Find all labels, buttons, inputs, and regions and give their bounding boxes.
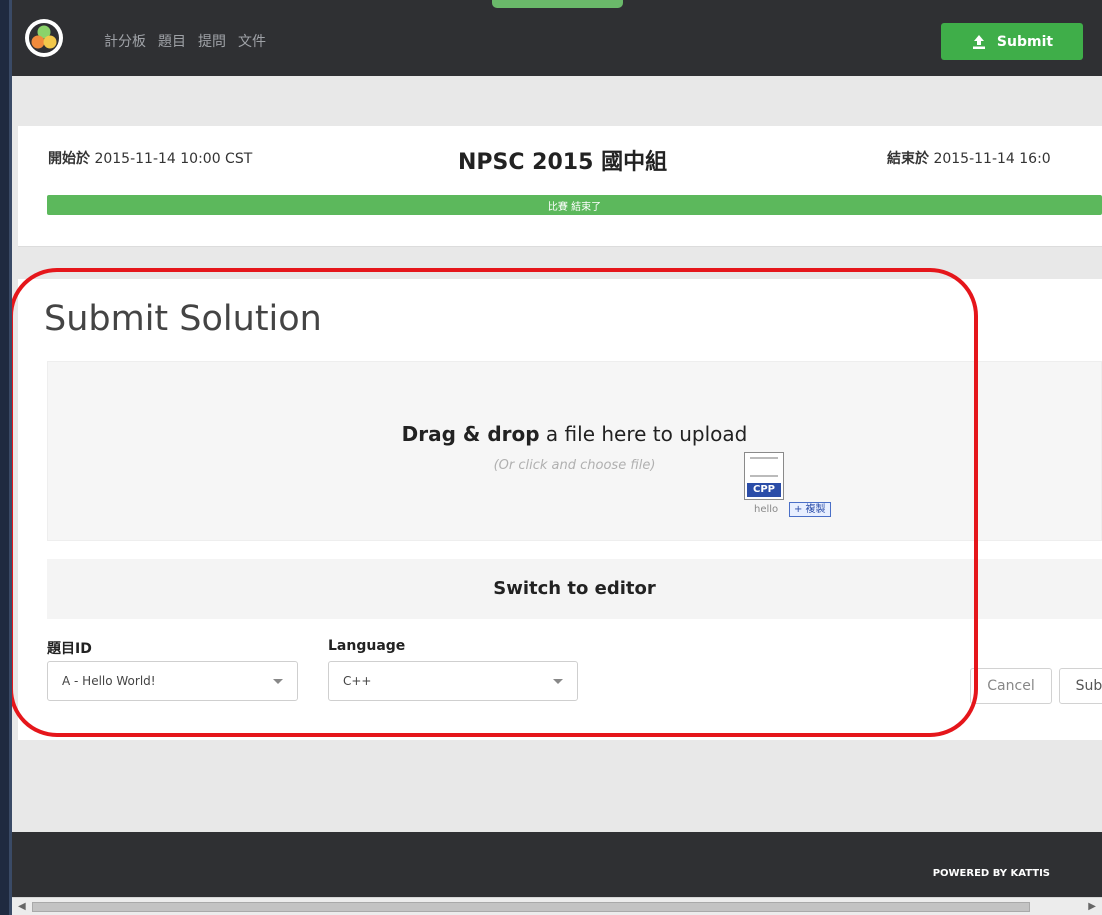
window-frame-left (0, 0, 12, 915)
dropzone-text-bold: Drag & drop (401, 422, 540, 446)
upload-icon (972, 34, 985, 49)
active-tab-indicator (492, 0, 623, 8)
dropzone-subtext: (Or click and choose file) (493, 458, 656, 473)
browser-viewport: 計分板 題目 提問 文件 Submit 開始於 2015-11-14 10:00… (12, 0, 1102, 897)
file-lines-icon (750, 457, 778, 477)
end-time: 2015-11-14 16:0 (933, 151, 1051, 167)
dropzone-text-rest: a file here to upload (545, 422, 748, 446)
drag-copy-badge: + 複製 (789, 502, 831, 517)
end-label: 結束於 (887, 151, 929, 167)
start-time: 2015-11-14 10:00 CST (94, 151, 253, 167)
scroll-left-arrow-icon[interactable]: ◀ (18, 901, 26, 912)
dragged-file-ghost: CPP hello + 複製 (744, 452, 854, 522)
switch-to-editor-button[interactable]: Switch to editor (47, 559, 1102, 619)
start-label: 開始於 (48, 151, 90, 167)
top-navbar: 計分板 題目 提問 文件 Submit (12, 0, 1102, 76)
scrollbar-thumb[interactable] (32, 902, 1030, 912)
language-select-value: C++ (343, 674, 372, 688)
language-select[interactable]: C++ (328, 661, 578, 701)
contest-title: NPSC 2015 國中組 (458, 150, 668, 175)
submit-solution-panel: Submit Solution Drag & drop a file here … (18, 279, 1102, 740)
progress-text: 比賽 結束了 (547, 201, 602, 213)
file-dropzone[interactable]: Drag & drop a file here to upload (Or cl… (47, 361, 1102, 541)
contest-end: 結束於 2015-11-14 16:0 (887, 148, 1051, 168)
file-ext-badge: CPP (747, 483, 781, 497)
contest-start: 開始於 2015-11-14 10:00 CST (48, 148, 252, 168)
language-label: Language (328, 638, 406, 654)
problem-id-label: 題目ID (47, 641, 92, 657)
nav-link-problems[interactable]: 題目 (158, 31, 186, 51)
contest-progress-bar: 比賽 結束了 (47, 195, 1102, 215)
nav-submit-button[interactable]: Submit (941, 23, 1083, 60)
dragged-file-name: hello (754, 504, 779, 515)
nav-link-docs[interactable]: 文件 (238, 31, 266, 51)
nav-submit-label: Submit (996, 33, 1054, 50)
problem-select[interactable]: A - Hello World! (47, 661, 298, 701)
cancel-button[interactable]: Cancel (970, 668, 1052, 704)
chevron-down-icon (273, 679, 283, 684)
kattis-logo-icon[interactable] (24, 18, 64, 58)
main-nav: 計分板 題目 提問 文件 (104, 31, 266, 51)
chevron-down-icon (553, 679, 563, 684)
submit-button[interactable]: Sub (1059, 668, 1102, 704)
page-footer: POWERED BY KATTIS (12, 832, 1102, 897)
nav-link-scoreboard[interactable]: 計分板 (104, 31, 146, 51)
problem-select-value: A - Hello World! (62, 674, 156, 688)
nav-link-clarifications[interactable]: 提問 (198, 31, 226, 51)
contest-info-panel: 開始於 2015-11-14 10:00 CST NPSC 2015 國中組 結… (18, 126, 1102, 247)
powered-by-text: POWERED BY KATTIS (932, 868, 1050, 879)
cpp-file-icon: CPP (744, 452, 784, 500)
scroll-right-arrow-icon[interactable]: ▶ (1088, 901, 1096, 912)
page-title: Submit Solution (44, 299, 322, 339)
dropzone-text: Drag & drop a file here to upload (48, 422, 1101, 446)
horizontal-scrollbar[interactable]: ◀ ▶ (12, 897, 1102, 915)
